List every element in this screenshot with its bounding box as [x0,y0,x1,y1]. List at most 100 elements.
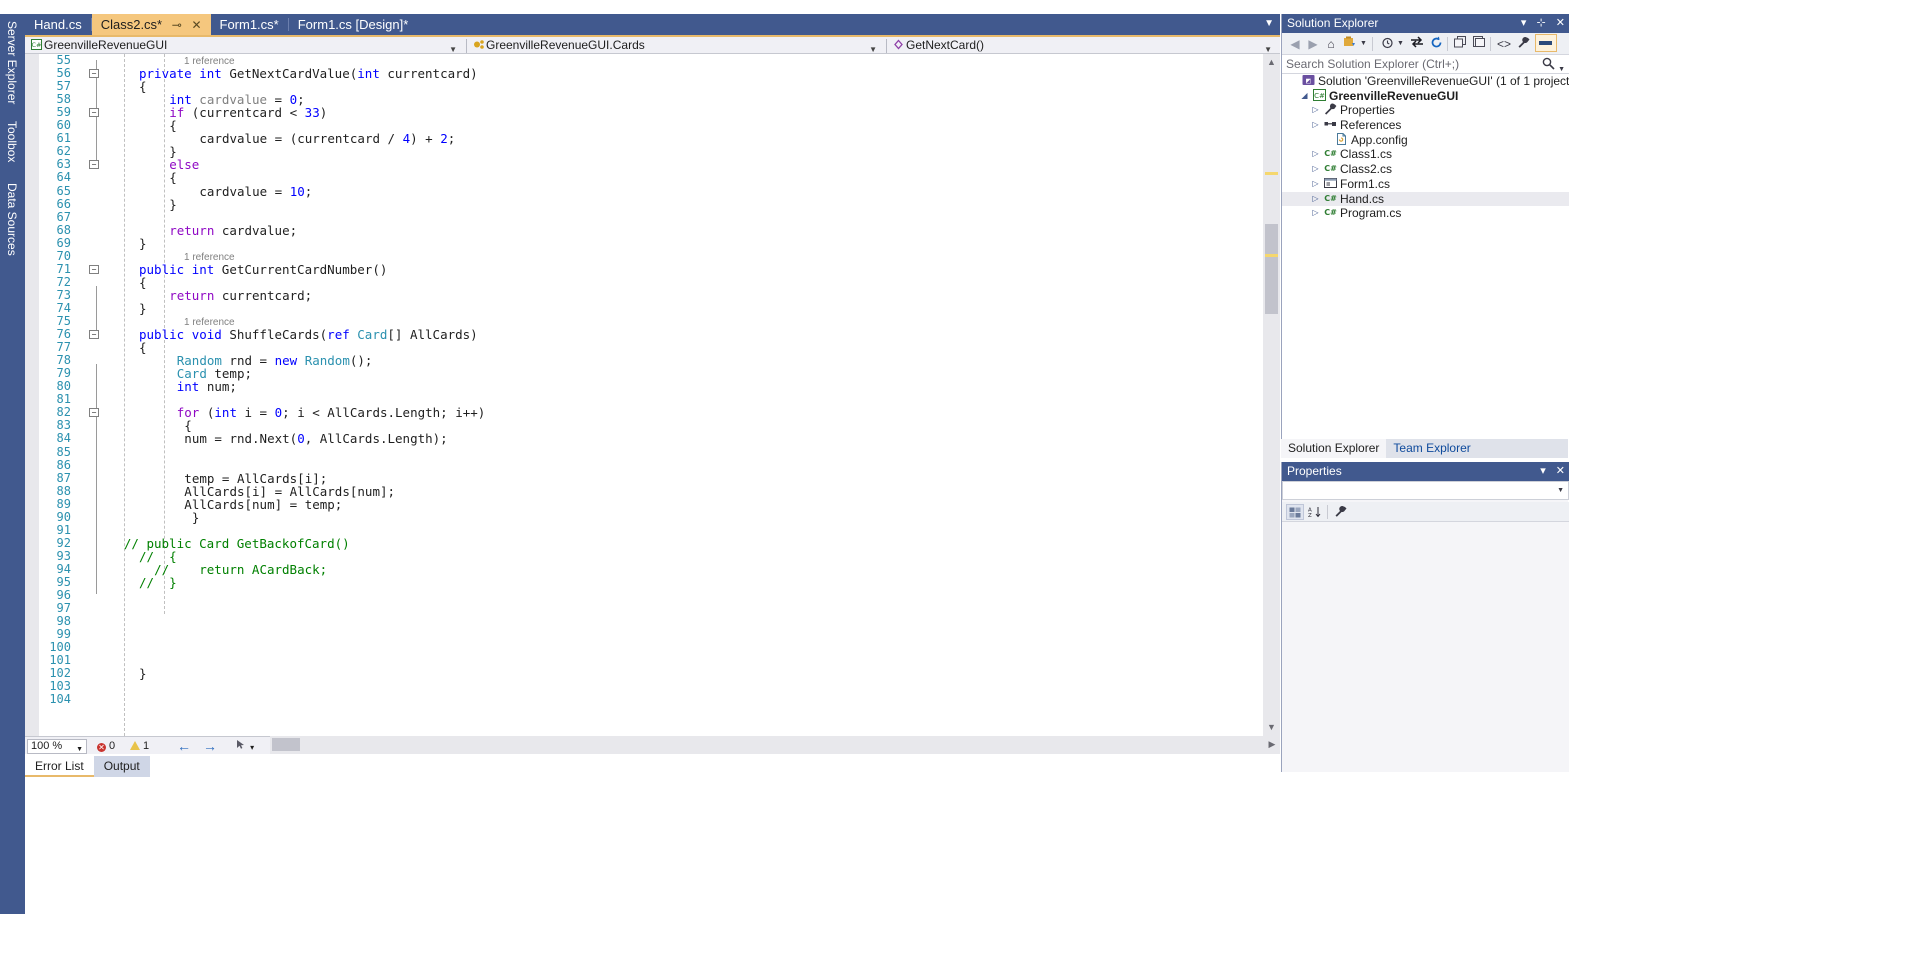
navbar-member-dropdown[interactable]: GetNextCard() ▼ [891,37,1276,54]
code-line[interactable]: 71 − public int GetCurrentCardNumber() [39,262,1239,276]
code-line[interactable]: 57 { [39,80,1239,94]
navigate-backward-button[interactable]: ← [177,739,191,753]
code-line[interactable]: 59 − if (currentcard < 33) [39,106,1239,120]
tree-item-program-cs[interactable]: ▷ C# Program.cs [1282,206,1569,221]
dock-tab-toolbox[interactable]: Toolbox [0,114,24,176]
code-line[interactable]: 74} [39,301,1239,315]
code-line[interactable]: 81 [39,393,1239,406]
tab-class2-cs[interactable]: Class2.cs* ⊸ ✕ [91,14,211,36]
tab-hand-cs[interactable]: Hand.cs [25,14,91,35]
dock-tab-server-explorer[interactable]: Server Explorer [0,14,24,114]
navbar-project-dropdown[interactable]: C# GreenvilleRevenueGUI ▼ [29,37,461,54]
categorized-icon[interactable] [1286,504,1304,520]
code-line[interactable]: 76 − public void ShuffleCards(ref Card[] A… [39,328,1239,342]
code-line[interactable]: 102} [39,667,1239,681]
expand-chevron-icon[interactable]: ▷ [1310,162,1321,177]
tab-form1-cs-design[interactable]: Form1.cs [Design]* [289,14,418,35]
tree-item-form1-cs[interactable]: ▷ Form1.cs [1282,177,1569,192]
back-icon[interactable]: ◀ [1287,36,1303,52]
tree-item-app-config[interactable]: App.config [1282,132,1569,148]
code-line[interactable]: 98 [39,615,1239,628]
scroll-down-icon[interactable]: ▼ [1263,719,1280,736]
code-line[interactable]: 84 num = rnd.Next(0, AllCards.Length); [39,432,1239,446]
code-line[interactable]: 58 int cardvalue = 0; [39,93,1239,107]
tab-team-explorer[interactable]: Team Explorer [1386,439,1477,458]
code-line[interactable]: 86 [39,458,1239,472]
code-line[interactable]: 66} [39,197,1239,211]
code-line[interactable]: 88 AllCards[i] = AllCards[num]; [39,484,1239,498]
forward-icon[interactable]: ▶ [1305,36,1321,52]
code-line[interactable]: 101 [39,654,1239,667]
code-line[interactable]: 56 − private int GetNextCardValue(int curr… [39,67,1239,81]
code-line[interactable]: 87 temp = AllCards[i]; [39,471,1239,485]
expand-chevron-icon[interactable]: ▷ [1310,147,1321,162]
pin-icon[interactable]: ⊸ [172,15,182,36]
properties-icon[interactable] [1331,504,1349,520]
refresh-icon[interactable] [1428,36,1444,52]
code-line[interactable]: 94 // return ACardBack; [39,562,1239,576]
expand-chevron-icon[interactable]: ▷ [1310,192,1321,207]
tree-item-solution-greenvillerevenuegui-1-of-1-project[interactable]: ◩ Solution 'GreenvilleRevenueGUI' (1 of 1… [1282,74,1569,89]
code-line[interactable]: 95 // } [39,576,1239,590]
code-line[interactable]: 82 − for (int i = 0; i < AllCards.Length; … [39,406,1239,420]
code-line[interactable]: 103 [39,680,1239,693]
tab-form1-cs[interactable]: Form1.cs* [211,14,288,35]
code-line[interactable]: 78 Random rnd = new Random(); [39,354,1239,368]
sync-icon[interactable] [1409,36,1425,52]
code-line[interactable]: 65 cardvalue = 10; [39,184,1239,198]
expand-chevron-icon[interactable]: ▷ [1310,118,1321,133]
tree-item-class1-cs[interactable]: ▷ C# Class1.cs [1282,147,1569,162]
pending-changes-dropdown-icon[interactable]: ▼ [1359,36,1368,52]
code-line[interactable]: 90} [39,510,1239,524]
error-count[interactable]: ✕ 0 [97,739,115,753]
code-line[interactable]: 68 return cardvalue; [39,223,1239,237]
show-all-files-icon[interactable] [1379,36,1395,52]
code-line[interactable]: 72 { [39,275,1239,289]
tab-output[interactable]: Output [93,756,150,777]
code-line[interactable]: 104 [39,693,1239,706]
code-line[interactable]: 92 // public Card GetBackofCard() [39,536,1239,550]
scroll-up-icon[interactable]: ▲ [1263,54,1280,71]
home-icon[interactable]: ⌂ [1323,36,1339,52]
editor-tool-button[interactable]: ▾ [235,739,254,753]
panel-dropdown-icon[interactable]: ▾ [1521,17,1527,29]
editor-vertical-scrollbar[interactable]: ▲ ▼ [1263,54,1280,736]
fold-toggle-icon[interactable]: − [89,69,99,79]
fold-toggle-icon[interactable]: − [89,264,99,274]
code-line[interactable]: 80 int num; [39,380,1239,394]
warning-count[interactable]: 1 [130,739,149,753]
panel-dropdown-icon[interactable]: ▾ [1540,465,1546,477]
expand-chevron-icon[interactable]: ▷ [1310,177,1321,192]
code-line[interactable]: 97 [39,602,1239,615]
navbar-type-dropdown[interactable]: GreenvilleRevenueGUI.Cards ▼ [471,37,881,54]
code-editor[interactable]: 55 1 reference 56− private int GetNextCardV… [39,54,1263,736]
close-icon[interactable]: ✕ [1556,465,1565,477]
show-all-files-dropdown-icon[interactable]: ▼ [1396,36,1405,52]
chevron-down-icon[interactable]: ▼ [76,743,83,756]
chevron-down-icon[interactable]: ▼ [1264,41,1272,54]
scroll-right-icon[interactable]: ▶ [1265,738,1279,751]
tab-solution-explorer[interactable]: Solution Explorer [1281,439,1387,458]
code-line[interactable]: 93 // { [39,549,1239,563]
pin-icon[interactable]: ⊹ [1537,17,1546,29]
preview-selected-items-icon[interactable] [1535,34,1557,52]
code-line[interactable]: 64 { [39,171,1239,185]
chevron-down-icon[interactable]: ▼ [1264,18,1274,29]
properties-icon[interactable] [1515,36,1531,52]
scrollbar-thumb[interactable] [1265,224,1278,314]
hscrollbar-thumb[interactable] [272,738,300,751]
chevron-down-icon[interactable]: ▼ [1557,487,1564,494]
code-line[interactable]: 63 − else [39,158,1239,172]
navigate-forward-button[interactable]: → [203,739,217,753]
zoom-level-dropdown[interactable]: 100 % ▼ [27,739,87,754]
fold-toggle-icon[interactable]: − [89,160,99,170]
code-line[interactable]: 60 { [39,119,1239,133]
code-line[interactable]: 62} [39,145,1239,159]
tool-dropdown-arrow[interactable]: ▾ [250,743,254,752]
expand-chevron-icon[interactable]: ▷ [1310,103,1321,118]
properties-object-combo[interactable]: ▼ [1282,481,1569,500]
editor-horizontal-scrollbar[interactable]: ▶ [270,736,1280,754]
dock-tab-data-sources[interactable]: Data Sources [0,176,24,266]
tree-item-greenvillerevenuegui[interactable]: ◢ C# GreenvilleRevenueGUI [1282,88,1569,104]
chevron-down-icon[interactable]: ▼ [449,41,457,54]
